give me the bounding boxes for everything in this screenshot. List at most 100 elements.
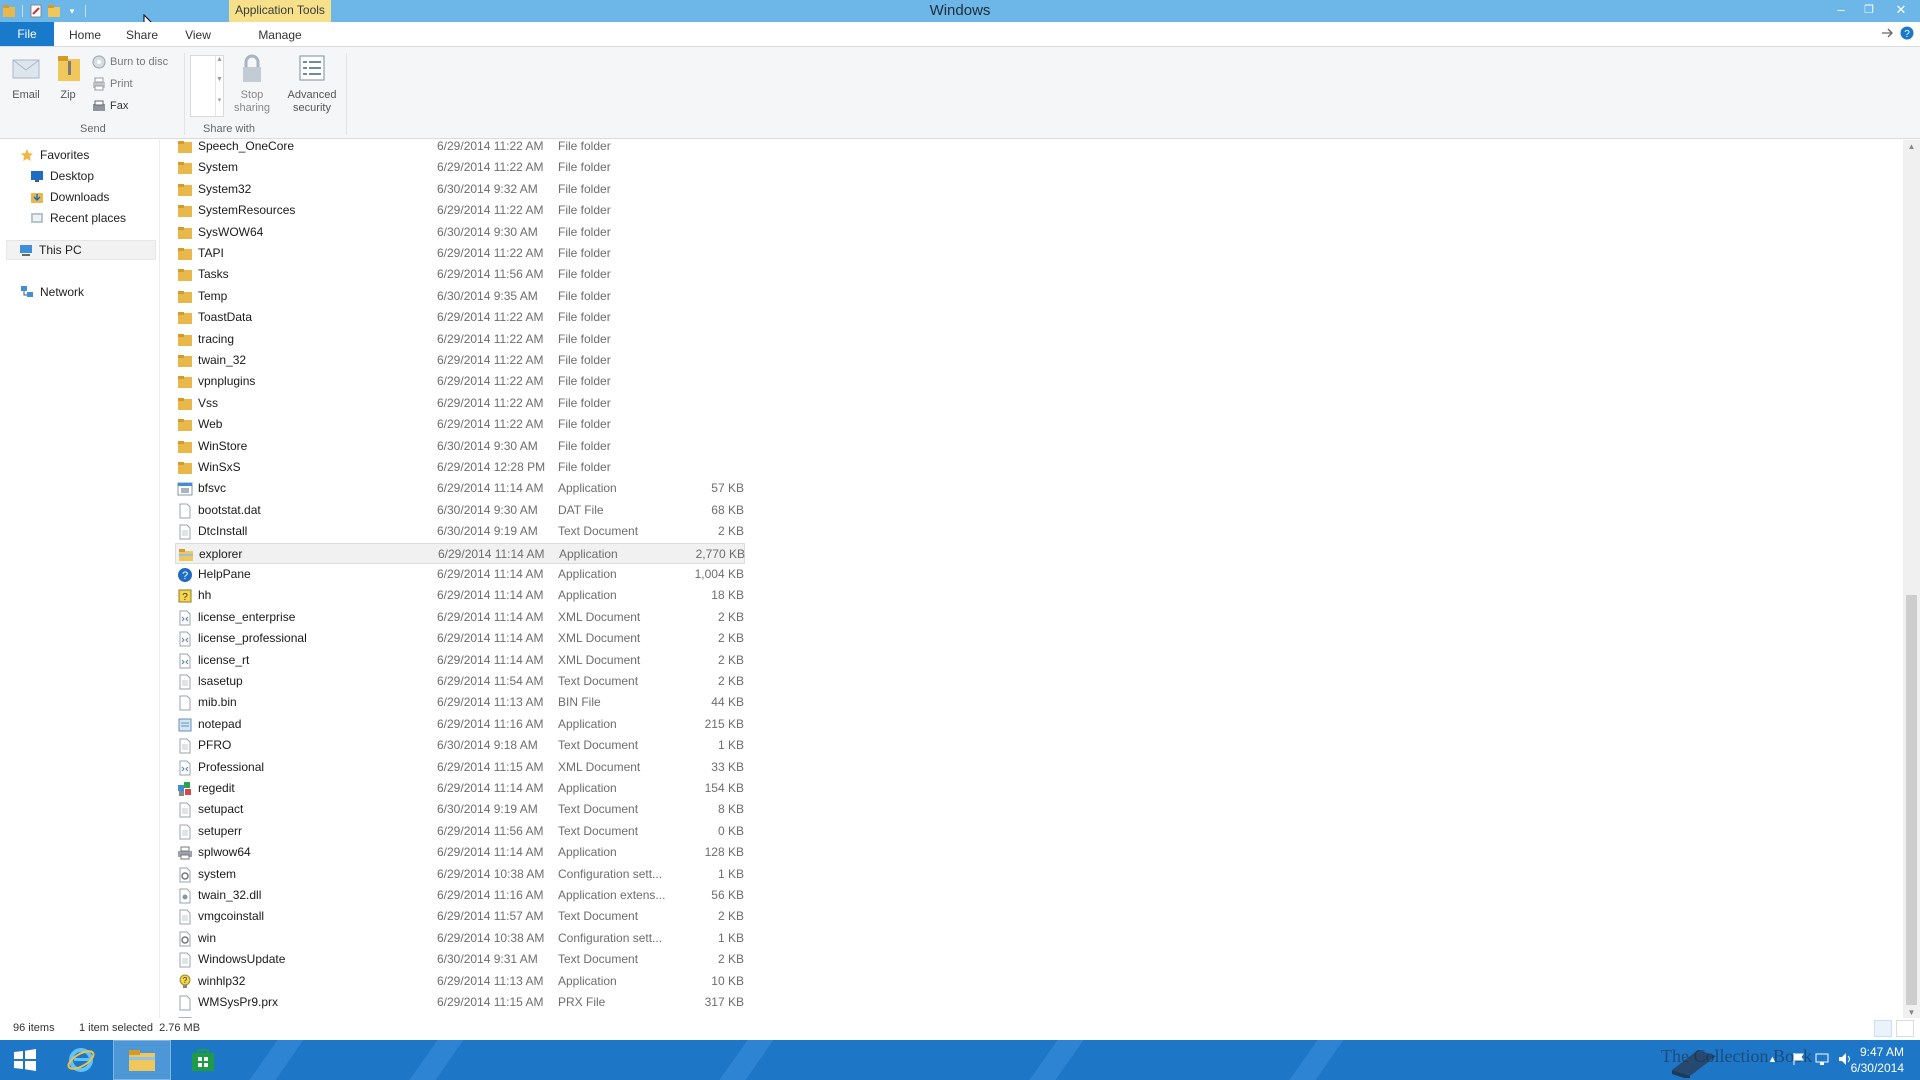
dll-file-icon [177,888,193,904]
file-date-modified: 6/30/2014 9:35 AM [437,288,538,303]
file-row[interactable]: explorer 6/29/2014 11:14 AM Application 2,7… [175,542,745,564]
file-row[interactable]: twain_32.dll 6/29/2014 11:16 AM Applicatio… [175,885,745,906]
file-row[interactable]: ? HelpPane 6/29/2014 11:14 AM Application 1,… [175,564,745,585]
file-row[interactable]: tracing 6/29/2014 11:22 AM File folder [175,329,745,350]
gallery-up-arrow-icon[interactable]: ▲ [215,56,223,76]
nav-recent-places[interactable]: Recent places [30,208,126,228]
nav-network[interactable]: Network [20,282,84,302]
large-icons-view-button[interactable] [1896,1020,1914,1037]
vertical-scrollbar[interactable]: ▲ ▼ [1903,140,1920,1020]
nav-this-pc[interactable]: This PC [6,240,156,260]
nav-favorites[interactable]: Favorites [20,145,89,165]
folder-icon [177,225,193,241]
properties-icon[interactable] [29,4,43,18]
taskbar-file-explorer[interactable] [113,1040,171,1080]
minimize-button[interactable]: – [1828,0,1854,22]
file-row[interactable]: twain_32 6/29/2014 11:22 AM File folder [175,350,745,371]
file-row[interactable]: Vss 6/29/2014 11:22 AM File folder [175,393,745,414]
share-with-gallery[interactable]: ▲ ▼ ▾ [190,55,224,117]
file-row[interactable]: setupact 6/30/2014 9:19 AM Text Document 8 … [175,799,745,820]
taskbar-store[interactable] [174,1040,232,1080]
nav-downloads[interactable]: Downloads [30,187,109,207]
nav-desktop[interactable]: Desktop [30,166,94,186]
file-size [645,286,744,307]
file-row[interactable]: mib.bin 6/29/2014 11:13 AM BIN File 44 KB [175,692,745,713]
help-icon[interactable]: ? [1900,26,1914,43]
file-date-modified: 6/29/2014 11:13 AM [437,695,544,710]
new-folder-icon[interactable] [47,4,61,18]
file-row[interactable]: notepad 6/29/2014 11:16 AM Application 215 … [175,714,745,735]
file-row[interactable]: DtcInstall 6/30/2014 9:19 AM Text Document… [175,521,745,542]
burn-to-disc-button[interactable]: Burn to disc [92,53,168,71]
fax-button[interactable]: Fax [92,97,128,115]
file-row[interactable]: vmgcoinstall 6/29/2014 11:57 AM Text Docum… [175,906,745,927]
file-row[interactable]: Tasks 6/29/2014 11:56 AM File folder [175,264,745,285]
file-row[interactable]: Web 6/29/2014 11:22 AM File folder [175,414,745,435]
zip-button[interactable]: Zip [54,53,82,102]
file-row[interactable]: win 6/29/2014 10:38 AM Configuration sett.… [175,928,745,949]
file-row[interactable]: vpnplugins 6/29/2014 11:22 AM File folder [175,371,745,392]
file-row[interactable]: bfsvc 6/29/2014 11:14 AM Application 57 KB [175,478,745,499]
file-row[interactable]: WinSxS 6/29/2014 12:28 PM File folder [175,457,745,478]
file-date-modified: 6/30/2014 9:32 AM [437,181,538,196]
file-row[interactable]: license_professional 6/29/2014 11:14 AM XM… [175,628,745,649]
details-view-button[interactable] [1874,1020,1892,1037]
close-button[interactable]: ✕ [1888,0,1914,22]
file-row[interactable]: splwow64 6/29/2014 11:14 AM Application 128… [175,842,745,863]
tab-manage[interactable]: Manage [254,24,306,46]
file-row[interactable]: license_enterprise 6/29/2014 11:14 AM XML … [175,607,745,628]
file-row[interactable]: WinStore 6/30/2014 9:30 AM File folder [175,436,745,457]
clock[interactable]: 9:47 AM 6/30/2014 [1851,1044,1904,1076]
file-row[interactable]: PFRO 6/30/2014 9:18 AM Text Document 1 KB [175,735,745,756]
action-center-flag-icon[interactable] [1792,1052,1806,1066]
file-row[interactable]: regedit 6/29/2014 11:14 AM Application 154 … [175,778,745,799]
customize-qat-chevron-icon[interactable]: ▾ [65,4,79,18]
file-row[interactable]: ToastData 6/29/2014 11:22 AM File folder [175,307,745,328]
tab-home[interactable]: Home [64,24,106,46]
file-name: PFRO [198,738,232,753]
show-hidden-icons-chevron-icon[interactable]: ▲ [1768,1054,1777,1064]
minimize-ribbon-icon[interactable] [1880,26,1894,43]
gallery-more-icon[interactable]: ▾ [215,96,223,116]
email-button[interactable]: Email [10,53,42,102]
file-row[interactable]: System 6/29/2014 11:22 AM File folder [175,157,745,178]
explorer-app-icon[interactable] [2,4,16,18]
file-row[interactable]: System32 6/30/2014 9:32 AM File folder [175,179,745,200]
gallery-down-arrow-icon[interactable]: ▼ [215,76,223,96]
folder-icon [177,439,193,455]
file-row[interactable]: bootstat.dat 6/30/2014 9:30 AM DAT File 68 … [175,500,745,521]
file-size: 2,770 KB [695,546,745,561]
xml-file-icon [177,760,193,776]
start-button[interactable] [0,1040,50,1080]
tab-share[interactable]: Share [120,24,164,46]
xml-file-icon [177,631,193,647]
file-row[interactable]: setuperr 6/29/2014 11:56 AM Text Document 0… [175,821,745,842]
network-tray-icon[interactable] [1814,1052,1830,1066]
file-row[interactable]: ? hh 6/29/2014 11:14 AM Application 18 KB [175,585,745,606]
file-row[interactable]: license_rt 6/29/2014 11:14 AM XML Document… [175,650,745,671]
file-row[interactable]: system 6/29/2014 10:38 AM Configuration se… [175,864,745,885]
file-row[interactable]: lsasetup 6/29/2014 11:54 AM Text Document 2… [175,671,745,692]
file-name: twain_32 [198,353,247,367]
file-row[interactable]: SystemResources 6/29/2014 11:22 AM File fo… [175,200,745,221]
file-row[interactable]: Speech_OneCore 6/29/2014 11:22 AM File fol… [175,136,745,157]
tab-view[interactable]: View [178,24,218,46]
file-date-modified: 6/29/2014 11:14 AM [437,845,544,860]
print-button[interactable]: Print [92,75,133,93]
taskbar-internet-explorer[interactable] [52,1040,110,1080]
file-row[interactable]: SysWOW64 6/30/2014 9:30 AM File folder [175,222,745,243]
scroll-up-arrow-icon[interactable]: ▲ [1903,140,1920,154]
file-row[interactable]: ? winhlp32 6/29/2014 11:13 AM Application 10… [175,971,745,992]
restore-button[interactable]: ❐ [1856,0,1882,22]
file-row[interactable]: WMSysPr9.prx 6/29/2014 11:15 AM PRX File 31… [175,992,745,1013]
folder-icon [177,160,193,176]
file-row[interactable]: Professional 6/29/2014 11:15 AM XML Docume… [175,757,745,778]
tab-file[interactable]: File [0,22,54,46]
notepad-icon [177,717,193,733]
file-row[interactable]: TAPI 6/29/2014 11:22 AM File folder [175,243,745,264]
file-row[interactable]: Temp 6/30/2014 9:35 AM File folder [175,286,745,307]
file-row[interactable]: WindowsUpdate 6/30/2014 9:31 AM Text Docum… [175,949,745,970]
advanced-security-button[interactable]: Advanced security [286,53,338,115]
stop-sharing-button[interactable]: Stop sharing [230,53,274,115]
scrollbar-thumb[interactable] [1906,595,1917,1005]
